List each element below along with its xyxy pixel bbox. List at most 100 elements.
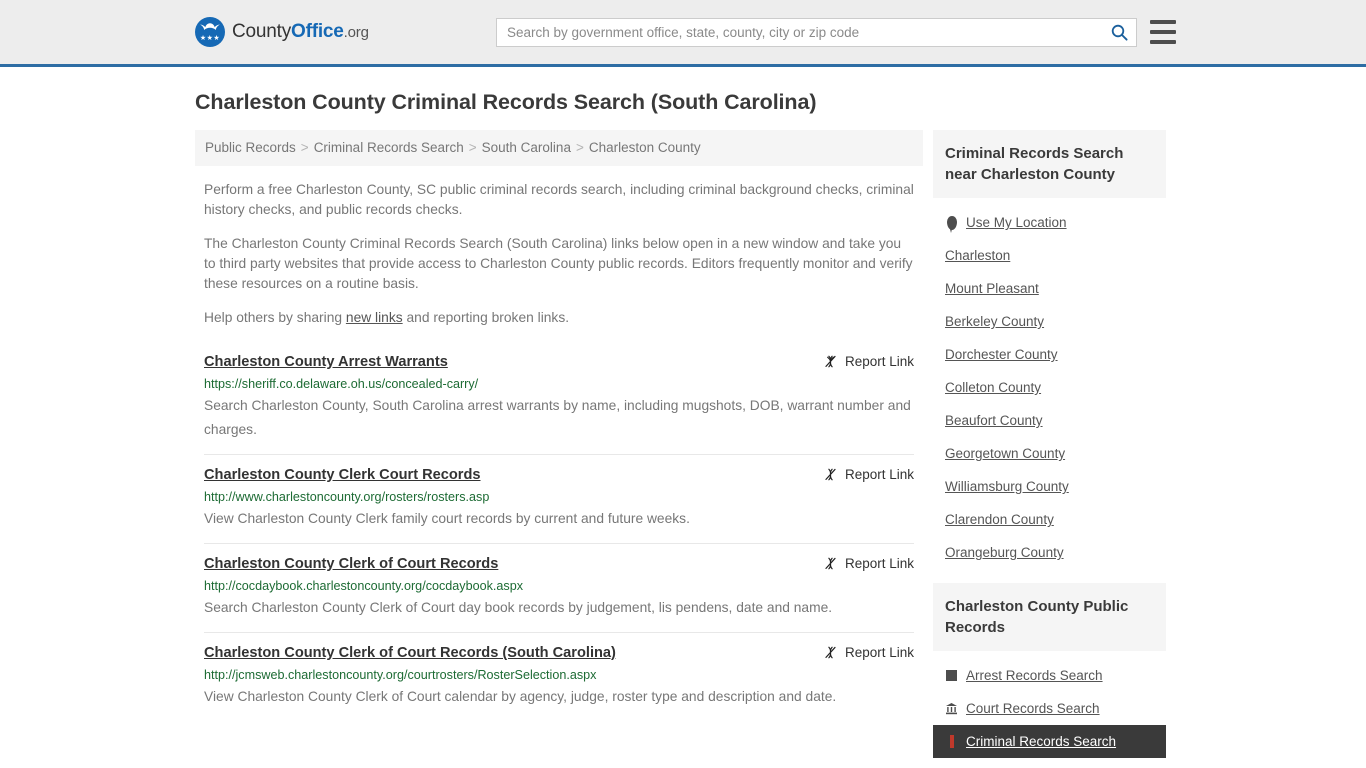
intro-paragraph-1: Perform a free Charleston County, SC pub… bbox=[204, 182, 914, 217]
sidebar-item-label: Criminal Records Search bbox=[966, 734, 1117, 749]
eagle-icon bbox=[200, 23, 220, 30]
share-text-post: and reporting broken links. bbox=[402, 310, 570, 325]
search-icon bbox=[1111, 24, 1128, 41]
result-header: Charleston County Clerk of Court Records… bbox=[204, 555, 914, 573]
report-link-label: Report Link bbox=[844, 354, 914, 369]
result-description: View Charleston County Clerk of Court ca… bbox=[204, 689, 837, 704]
intro-paragraph-3: Help others by sharing new links and rep… bbox=[204, 308, 914, 328]
sidebar-item-label: Colleton County bbox=[945, 380, 1042, 395]
result-url: http://cocdaybook.charlestoncounty.org/c… bbox=[204, 579, 524, 593]
sidebar-public-records-box: Charleston County Public Records Arrest … bbox=[933, 583, 1166, 758]
sidebar-item-charleston[interactable]: Charleston bbox=[933, 239, 1166, 272]
result-title-link[interactable]: Charleston County Arrest Warrants bbox=[204, 353, 448, 371]
search-button[interactable] bbox=[1102, 19, 1136, 46]
result-title-link[interactable]: Charleston County Clerk Court Records bbox=[204, 466, 481, 484]
menu-bar-2 bbox=[1150, 30, 1176, 34]
content-columns: Public Records > Criminal Records Search > S… bbox=[195, 130, 1171, 758]
result-url: http://jcmsweb.charlestoncounty.org/cour… bbox=[204, 668, 597, 682]
sidebar-nearby-box: Criminal Records Search near Charleston … bbox=[933, 130, 1166, 569]
sidebar-item-label: Charleston bbox=[945, 248, 1011, 263]
hamburger-menu-icon[interactable] bbox=[1150, 20, 1176, 44]
sidebar-item-label: Orangeburg County bbox=[945, 545, 1064, 560]
menu-bar-3 bbox=[1150, 40, 1176, 44]
sidebar-nearby-links: Use My Location Charleston Mount Pleasan… bbox=[933, 198, 1166, 569]
sidebar: Criminal Records Search near Charleston … bbox=[933, 130, 1166, 758]
sidebar-public-records-links: Arrest Records Search Court Records Sear… bbox=[933, 651, 1166, 758]
sidebar-item-beaufort-county[interactable]: Beaufort County bbox=[933, 404, 1166, 437]
broken-link-icon bbox=[825, 646, 836, 659]
result-header: Charleston County Clerk Court Records Re… bbox=[204, 466, 914, 484]
page-title: Charleston County Criminal Records Searc… bbox=[195, 90, 817, 114]
report-link-button[interactable]: Report Link bbox=[823, 466, 914, 482]
sidebar-item-berkeley-county[interactable]: Berkeley County bbox=[933, 305, 1166, 338]
report-link-label: Report Link bbox=[844, 556, 914, 571]
share-text-pre: Help others by sharing bbox=[204, 310, 346, 325]
sidebar-item-label: Beaufort County bbox=[945, 413, 1043, 428]
logo-tld: .org bbox=[343, 24, 369, 41]
sidebar-nearby-heading: Criminal Records Search near Charleston … bbox=[933, 130, 1166, 198]
sidebar-item-label: Georgetown County bbox=[945, 446, 1066, 461]
results-list: Charleston County Arrest Warrants Report… bbox=[195, 344, 923, 721]
broken-link-icon bbox=[825, 557, 836, 570]
sidebar-item-colleton-county[interactable]: Colleton County bbox=[933, 371, 1166, 404]
sidebar-item-mount-pleasant[interactable]: Mount Pleasant bbox=[933, 272, 1166, 305]
new-links-link[interactable]: new links bbox=[346, 310, 403, 325]
search-input[interactable] bbox=[497, 19, 1102, 46]
breadcrumb-separator: > bbox=[575, 140, 584, 155]
broken-link-icon bbox=[825, 468, 836, 481]
report-link-button[interactable]: Report Link bbox=[823, 644, 914, 660]
sidebar-item-court-records-search[interactable]: Court Records Search bbox=[933, 692, 1166, 725]
sidebar-item-clarendon-county[interactable]: Clarendon County bbox=[933, 503, 1166, 536]
result-title-link[interactable]: Charleston County Clerk of Court Records bbox=[204, 555, 498, 573]
sidebar-item-orangeburg-county[interactable]: Orangeburg County bbox=[933, 536, 1166, 569]
sidebar-item-dorchester-county[interactable]: Dorchester County bbox=[933, 338, 1166, 371]
sidebar-item-georgetown-county[interactable]: Georgetown County bbox=[933, 437, 1166, 470]
report-link-button[interactable]: Report Link bbox=[823, 353, 914, 369]
result-url: https://sheriff.co.delaware.oh.us/concea… bbox=[204, 377, 479, 391]
map-pin-icon bbox=[945, 215, 958, 233]
sidebar-item-use-my-location[interactable]: Use My Location bbox=[933, 206, 1166, 239]
eagle-crest-icon: ★★★ bbox=[195, 17, 225, 47]
result-header: Charleston County Arrest Warrants Report… bbox=[204, 353, 914, 371]
sidebar-item-criminal-records-search[interactable]: Criminal Records Search bbox=[933, 725, 1166, 758]
search-bar[interactable] bbox=[496, 18, 1137, 47]
fingerprint-square-icon bbox=[945, 669, 958, 683]
result-title-link[interactable]: Charleston County Clerk of Court Records… bbox=[204, 644, 616, 662]
result-item: Charleston County Arrest Warrants Report… bbox=[204, 344, 914, 454]
broken-link-icon bbox=[825, 355, 836, 368]
breadcrumb-separator: > bbox=[468, 140, 477, 155]
main-column: Public Records > Criminal Records Search > S… bbox=[195, 130, 923, 721]
sidebar-item-label: Mount Pleasant bbox=[945, 281, 1039, 296]
breadcrumb-item-criminal-records-search[interactable]: Criminal Records Search bbox=[314, 140, 464, 155]
site-logo[interactable]: ★★★ CountyOffice.org bbox=[195, 17, 369, 47]
result-header: Charleston County Clerk of Court Records… bbox=[204, 644, 914, 662]
logo-bold: Office bbox=[291, 21, 344, 42]
report-link-label: Report Link bbox=[844, 467, 914, 482]
sidebar-item-label: Arrest Records Search bbox=[966, 668, 1103, 683]
result-description: Search Charleston County Clerk of Court … bbox=[204, 600, 833, 615]
logo-wordmark: CountyOffice.org bbox=[232, 21, 369, 43]
menu-bar-1 bbox=[1150, 20, 1176, 24]
breadcrumb: Public Records > Criminal Records Search > S… bbox=[195, 130, 923, 166]
result-description: Search Charleston County, South Carolina… bbox=[204, 398, 911, 437]
sidebar-item-williamsburg-county[interactable]: Williamsburg County bbox=[933, 470, 1166, 503]
breadcrumb-item-public-records[interactable]: Public Records bbox=[205, 140, 296, 155]
logo-stars: ★★★ bbox=[199, 35, 221, 42]
sidebar-item-label: Use My Location bbox=[966, 215, 1067, 230]
breadcrumb-item-charleston-county[interactable]: Charleston County bbox=[589, 140, 701, 155]
report-link-button[interactable]: Report Link bbox=[823, 555, 914, 571]
intro-paragraph-2: The Charleston County Criminal Records S… bbox=[204, 236, 913, 291]
breadcrumb-separator: > bbox=[300, 140, 309, 155]
result-url: http://www.charlestoncounty.org/rosters/… bbox=[204, 490, 490, 504]
criminal-record-icon bbox=[945, 735, 958, 749]
breadcrumb-item-south-carolina[interactable]: South Carolina bbox=[482, 140, 571, 155]
sidebar-item-label: Court Records Search bbox=[966, 701, 1100, 716]
sidebar-item-label: Dorchester County bbox=[945, 347, 1058, 362]
result-item: Charleston County Clerk Court Records Re… bbox=[204, 454, 914, 543]
report-link-label: Report Link bbox=[844, 645, 914, 660]
sidebar-item-arrest-records-search[interactable]: Arrest Records Search bbox=[933, 659, 1166, 692]
page-container: Charleston County Criminal Records Searc… bbox=[0, 90, 1366, 758]
result-description: View Charleston County Clerk family cour… bbox=[204, 511, 690, 526]
sidebar-item-label: Berkeley County bbox=[945, 314, 1045, 329]
logo-prefix: County bbox=[232, 21, 292, 42]
